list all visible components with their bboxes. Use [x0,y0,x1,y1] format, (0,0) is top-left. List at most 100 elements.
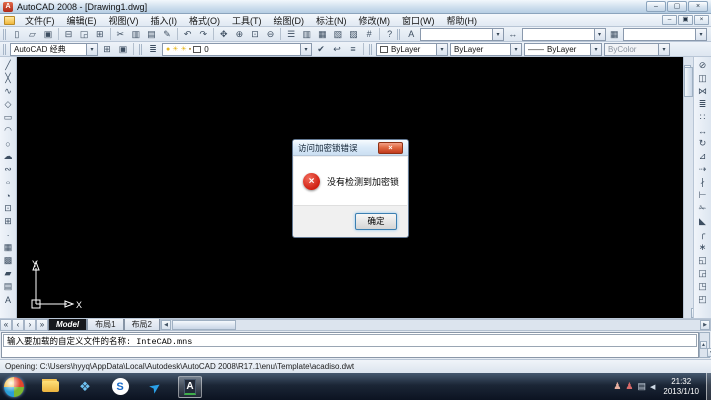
dim-style-icon[interactable]: ↔ [505,28,521,41]
break-icon[interactable]: ✁ [695,202,710,215]
layer-on-bulb-icon[interactable]: ● [166,46,170,53]
mdi-restore-button[interactable]: ▣ [678,15,693,25]
table-icon[interactable]: ▤ [1,280,16,293]
toolbar-grip[interactable] [3,44,6,55]
tool-palettes-icon[interactable]: ▦ [315,28,331,41]
explorer-taskbar-icon[interactable] [38,376,62,398]
move-icon[interactable]: ↔ [695,124,710,137]
mdi-minimize-button[interactable]: – [662,15,677,25]
properties-icon[interactable]: ☰ [283,28,299,41]
menu-edit[interactable]: 编辑(E) [61,14,103,26]
fillet-icon[interactable]: ╭ [695,228,710,241]
point-icon[interactable]: ∙ [1,228,16,241]
layer-lock-icon[interactable]: ▪ [189,46,191,53]
trim-icon[interactable]: ∤ [695,176,710,189]
construction-line-icon[interactable]: ╳ [1,72,16,85]
chevron-down-icon[interactable]: ▾ [86,44,97,55]
sogou-browser-taskbar-icon[interactable]: S [108,376,132,398]
command-prompt-line[interactable]: 输入要加载的自定义文件的名称: InteCAD.mns [3,334,697,347]
quickcalc-icon[interactable]: # [361,28,377,41]
line-icon[interactable]: ╱ [1,59,16,72]
chevron-down-icon[interactable]: ▾ [300,44,311,55]
revision-cloud-icon[interactable]: ☁ [1,150,16,163]
sheetset-manager-icon[interactable]: ▧ [330,28,346,41]
draworder-above-icon[interactable]: ◳ [695,280,710,293]
horizontal-scrollbar[interactable]: ◀ ▶ [160,319,711,331]
tray-qq2-icon[interactable]: ♟ [625,381,633,392]
lineweight-select[interactable]: —— ByLayer ▾ [524,43,602,56]
minimize-button[interactable]: – [646,1,666,12]
dialog-close-button[interactable]: × [378,142,403,154]
table-style-icon[interactable]: ▦ [607,28,623,41]
rectangle-icon[interactable]: ▭ [1,111,16,124]
tab-prev-icon[interactable]: ‹ [12,319,24,331]
explode-icon[interactable]: ∗ [695,241,710,254]
tab-layout1[interactable]: 布局1 [87,319,123,331]
menu-view[interactable]: 视图(V) [103,14,145,26]
text-style-select[interactable]: ▾ [420,28,504,41]
redo-icon[interactable]: ↷ [195,28,211,41]
chevron-down-icon[interactable]: ▾ [594,29,605,40]
menu-tools[interactable]: 工具(T) [226,14,268,26]
menu-help[interactable]: 帮助(H) [441,14,484,26]
paste-icon[interactable]: ▤ [144,28,160,41]
mtext-icon[interactable]: A [1,293,16,306]
help-icon[interactable]: ? [382,28,398,41]
maximize-button[interactable]: ▢ [667,1,687,12]
markup-manager-icon[interactable]: ▨ [346,28,362,41]
menu-window[interactable]: 窗口(W) [396,14,441,26]
copy-icon[interactable]: ◫ [695,72,710,85]
menu-draw[interactable]: 绘图(D) [268,14,311,26]
new-file-icon[interactable]: ▯ [9,28,25,41]
stretch-icon[interactable]: ⇢ [695,163,710,176]
command-scrollbar[interactable]: ▲ ▼ [699,332,710,358]
circle-icon[interactable]: ○ [1,137,16,150]
layer-states-icon[interactable]: ≡ [345,43,361,56]
show-desktop-button[interactable] [706,373,711,400]
chevron-down-icon[interactable]: ▾ [492,29,503,40]
pan-icon[interactable]: ✥ [216,28,232,41]
vertical-scroll-thumb[interactable] [684,67,693,97]
rotate-icon[interactable]: ↻ [695,137,710,150]
media-player-taskbar-icon[interactable]: ❖ [73,376,97,398]
tab-next-icon[interactable]: › [24,319,36,331]
tab-layout2[interactable]: 布局2 [124,319,160,331]
tab-last-icon[interactable]: » [36,319,48,331]
vertical-scrollbar[interactable]: ▲ ▼ [683,57,693,318]
workspace-settings-icon[interactable]: ⊞ [99,43,115,56]
toolbar-grip[interactable] [3,29,6,40]
copy-clip-icon[interactable]: ▥ [128,28,144,41]
plot-icon[interactable]: ⊟ [61,28,77,41]
command-text-area[interactable]: 输入要加载的自定义文件的名称: InteCAD.mns [1,332,699,358]
designcenter-icon[interactable]: ▥ [299,28,315,41]
region-icon[interactable]: ▰ [1,267,16,280]
chevron-down-icon[interactable]: ▾ [695,29,706,40]
arc-icon[interactable]: ◠ [1,124,16,137]
toolbar-grip[interactable] [139,44,142,55]
match-properties-icon[interactable]: ✎ [159,28,175,41]
zoom-previous-icon[interactable]: ⊖ [263,28,279,41]
make-object-layer-current-icon[interactable]: ✔ [313,43,329,56]
open-file-icon[interactable]: ▱ [25,28,41,41]
mdi-close-button[interactable]: × [694,15,709,25]
zoom-window-icon[interactable]: ⊡ [247,28,263,41]
color-select[interactable]: ByLayer ▾ [376,43,448,56]
linetype-select[interactable]: ByLayer ▾ [450,43,522,56]
array-icon[interactable]: ∷ [695,111,710,124]
insert-block-icon[interactable]: ⊡ [1,202,16,215]
menu-file[interactable]: 文件(F) [19,14,61,26]
gradient-icon[interactable]: ▩ [1,254,16,267]
chamfer-icon[interactable]: ◣ [695,215,710,228]
horizontal-scroll-thumb[interactable] [172,320,236,330]
spline-icon[interactable]: ∾ [1,163,16,176]
tray-volume-icon[interactable]: ◀ [650,383,655,391]
chevron-down-icon[interactable]: ▾ [590,44,601,55]
menu-format[interactable]: 格式(O) [183,14,226,26]
mirror-icon[interactable]: ⋈ [695,85,710,98]
menu-dimension[interactable]: 标注(N) [310,14,353,26]
layer-viewport-sun-icon[interactable]: ☀ [181,45,187,53]
layer-select[interactable]: ● ☀ ☀ ▪ 0 ▾ [162,43,312,56]
menu-insert[interactable]: 插入(I) [145,14,184,26]
layer-properties-manager-icon[interactable]: ≣ [145,43,161,56]
hatch-icon[interactable]: ▦ [1,241,16,254]
